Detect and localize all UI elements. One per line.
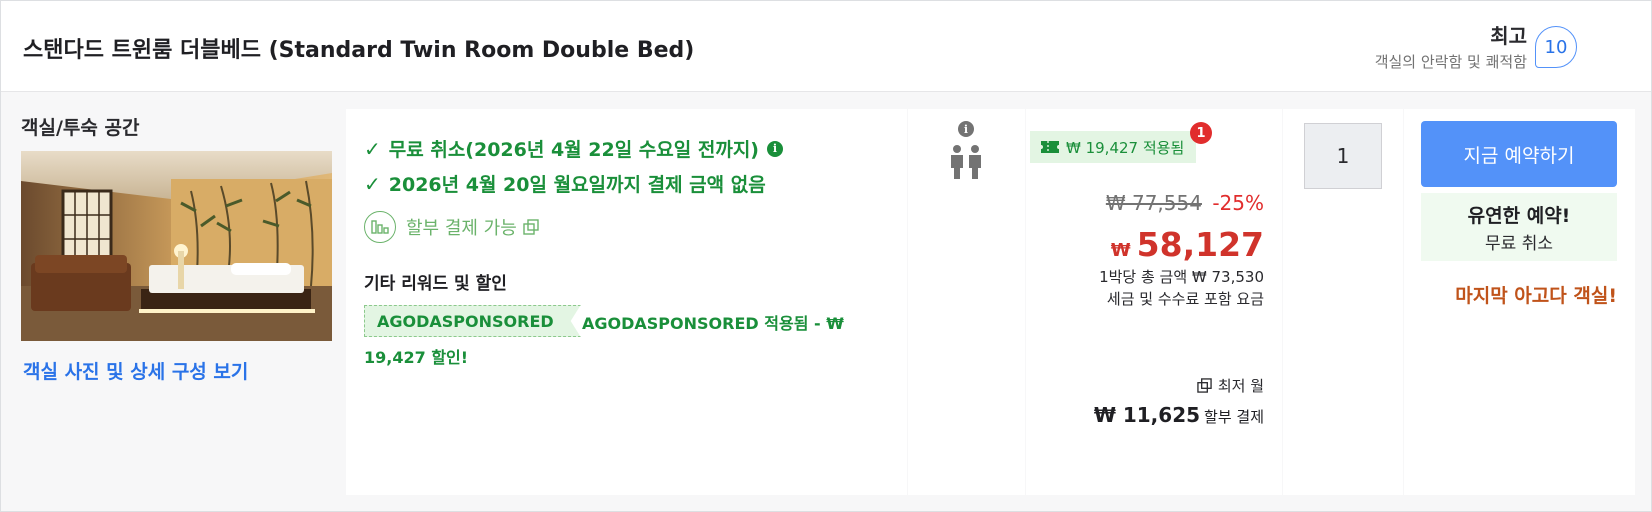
promo-code-tag: AGODASPONSORED xyxy=(364,305,581,337)
room-card: 스탠다드 트윈룸 더블베드 (Standard Twin Room Double… xyxy=(0,0,1652,512)
score-badge: 10 xyxy=(1535,26,1577,68)
check-icon: ✓ xyxy=(364,136,381,161)
room-photo[interactable] xyxy=(21,151,332,341)
room-header: 스탠다드 트윈룸 더블베드 (Standard Twin Room Double… xyxy=(1,1,1651,92)
book-now-button[interactable]: 지금 예약하기 xyxy=(1421,121,1617,187)
coupon-count-badge: 1 xyxy=(1190,122,1212,144)
installment-text: 할부 결제 가능 xyxy=(406,218,517,239)
monthly-suffix: 할부 결제 xyxy=(1204,408,1264,426)
free-cancel-benefit: ✓ 무료 취소(2026년 4월 22일 수요일 전까지) i xyxy=(364,135,783,162)
free-cancel-text: 무료 취소(2026년 4월 22일 수요일 전까지) xyxy=(388,139,759,161)
tax-note: 세금 및 수수료 포함 요금 xyxy=(1106,290,1264,308)
monthly-installment: ₩ 11,625 할부 결제 xyxy=(1094,403,1264,427)
info-icon[interactable]: i xyxy=(767,140,783,157)
info-icon[interactable]: i xyxy=(958,121,974,137)
quantity-column: 1 xyxy=(1283,109,1403,495)
booking-column: 지금 예약하기 유연한 예약! 무료 취소 마지막 아고다 객실! xyxy=(1404,109,1635,495)
installment-icon xyxy=(364,211,396,243)
flexible-booking-sub: 무료 취소 xyxy=(1485,234,1553,254)
occupancy-column: i xyxy=(908,109,1025,495)
pay-later-benefit: ✓ 2026년 4월 20일 월요일까지 결제 금액 없음 xyxy=(364,170,766,197)
flexible-booking-box: 유연한 예약! 무료 취소 xyxy=(1421,193,1617,261)
check-icon: ✓ xyxy=(364,171,381,196)
monthly-amount: ₩ 11,625 xyxy=(1093,403,1201,427)
monthly-label-row: 최저 월 xyxy=(1197,375,1264,396)
coupon-text: ₩ 19,427 적용됨 xyxy=(1066,138,1185,157)
currency-symbol: ₩ xyxy=(1110,240,1131,261)
monthly-label: 최저 월 xyxy=(1217,377,1264,395)
final-price: 58,127 xyxy=(1136,225,1264,264)
price-column: ₩ 19,427 적용됨 1 ₩ 77,554 -25% ₩58,127 1박당… xyxy=(1026,109,1282,495)
room-quantity-select[interactable]: 1 xyxy=(1304,123,1382,189)
installment-benefit[interactable]: 할부 결제 가능 xyxy=(364,211,539,243)
flexible-booking-title: 유연한 예약! xyxy=(1467,205,1571,227)
final-price-row: ₩58,127 xyxy=(1111,225,1264,264)
room-photo-image xyxy=(21,151,332,341)
total-per-night: 1박당 총 금액 ₩ 73,530 xyxy=(1099,268,1264,286)
original-price-row: ₩ 77,554 -25% xyxy=(1106,191,1264,215)
pay-later-text: 2026년 4월 20일 월요일까지 결제 금액 없음 xyxy=(388,174,766,196)
external-link-icon xyxy=(1197,378,1212,393)
score-description: 객실의 안락함 및 쾌적함 xyxy=(1374,53,1527,71)
room-details-link[interactable]: 객실 사진 및 상세 구성 보기 xyxy=(23,357,248,384)
external-link-icon xyxy=(523,219,539,235)
coupon-icon xyxy=(1041,141,1059,153)
rewards-title: 기타 리워드 및 할인 xyxy=(364,274,507,294)
discount-percent: -25% xyxy=(1212,191,1264,215)
original-price: ₩ 77,554 xyxy=(1105,191,1202,215)
score-label: 최고 xyxy=(1490,24,1527,48)
last-room-alert: 마지막 아고다 객실! xyxy=(1455,285,1617,307)
room-title: 스탠다드 트윈룸 더블베드 (Standard Twin Room Double… xyxy=(23,38,695,63)
room-space-label: 객실/투숙 공간 xyxy=(21,117,140,139)
benefits-column: ✓ 무료 취소(2026년 4월 22일 수요일 전까지) i ✓ 2026년 … xyxy=(346,109,907,495)
coupon-badge[interactable]: ₩ 19,427 적용됨 xyxy=(1030,131,1197,163)
two-guests-icon xyxy=(951,145,981,179)
